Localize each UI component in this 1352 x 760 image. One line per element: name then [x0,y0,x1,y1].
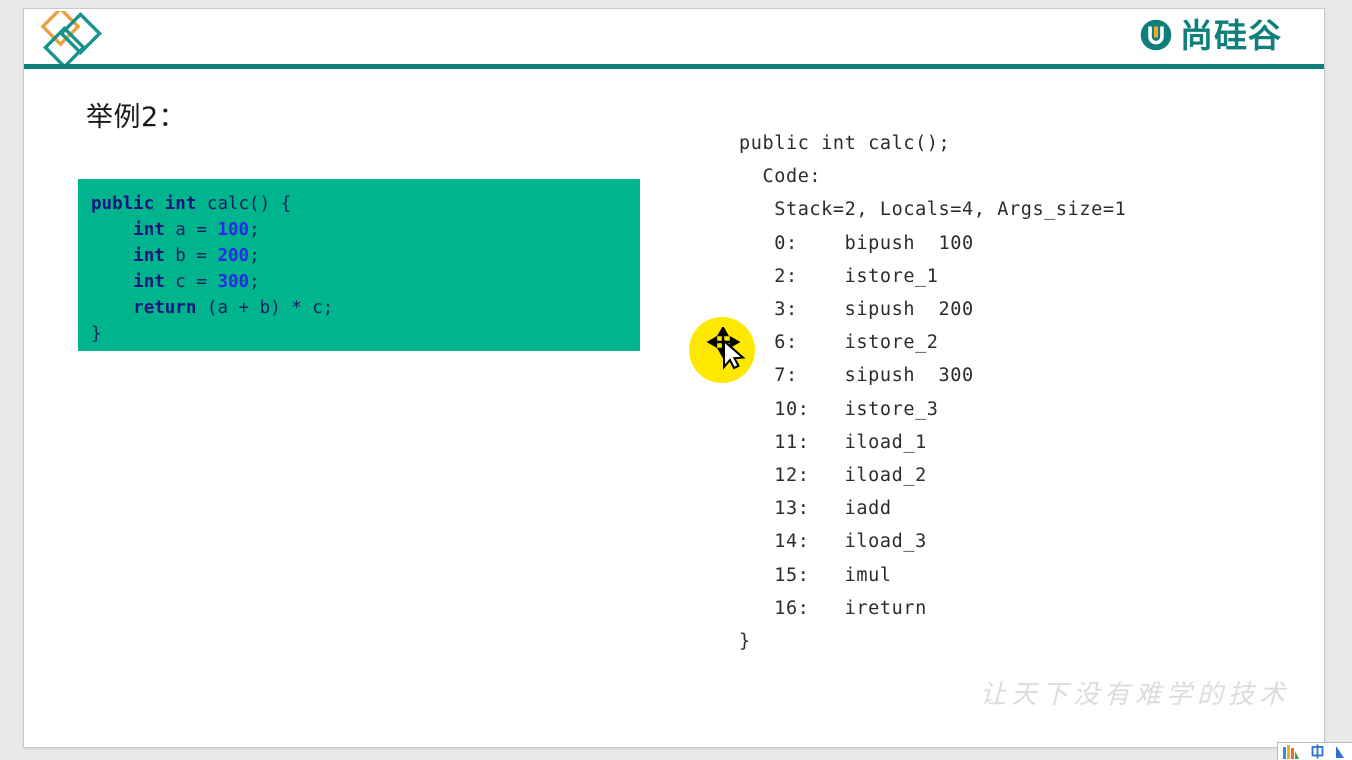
java-source-card: public int calc() { int a = 100; int b =… [78,179,640,351]
java-code-line: return (a + b) * c; [78,295,640,321]
java-code-token [91,298,133,318]
java-code-token: ; [249,220,260,240]
java-code-token: (a + b) * c; [196,298,334,318]
java-code-token [91,246,133,266]
java-code-token: int [133,246,165,266]
java-code-token: } [91,324,102,344]
bytecode-line: public int calc(); [739,133,951,154]
slide-body: 举例2： public int calc() { int a = 100; in… [24,69,1324,747]
bytecode-line: 14: iload_3 [739,531,927,553]
bytecode-listing: public int calc(); Code: Stack=2, Locals… [739,127,1279,658]
java-code-line: int a = 100; [78,217,640,243]
java-code-token: int [133,220,165,240]
ime-chinese-mode-icon[interactable] [1309,744,1326,759]
brand-name: 尚硅谷 [1180,15,1282,55]
bytecode-line: 15: imul [739,564,892,586]
application-window: 尚硅谷 举例2： public int calc() { int a = 100… [0,0,1352,760]
java-code-line: } [78,321,640,347]
atguigu-u-mark-icon [1140,19,1172,51]
bytecode-line: 2: istore_1 [739,265,939,287]
java-code-token: calc() { [196,194,292,214]
java-code-token: return [133,298,197,318]
java-code-token: ; [249,272,260,292]
brand-logo: 尚硅谷 [1139,18,1282,52]
bytecode-line: 7: sipush 300 [739,365,974,387]
bytecode-line: Code: [739,166,822,188]
java-code-token: ; [249,246,260,266]
java-code-token: int [133,272,165,292]
java-code-line: public int calc() { [78,191,640,217]
java-code-token: public [91,194,155,214]
java-code-token [91,272,133,292]
bytecode-line: 12: iload_2 [739,465,927,487]
slide-watermark: 让天下没有难学的技术 [979,680,1290,710]
bytecode-line: 13: iadd [739,498,892,520]
java-code-token [154,194,165,214]
bytecode-line: 3: sipush 200 [739,299,974,321]
java-code-token: 200 [217,246,250,266]
ime-logo-icon[interactable] [1283,744,1300,759]
bytecode-line: 0: bipush 100 [739,232,974,254]
window-left-gutter [0,0,22,760]
bytecode-line: 16: ireturn [739,597,927,619]
bytecode-line: 11: iload_1 [739,431,927,453]
java-code-token [91,220,133,240]
java-code-token: b = [164,246,218,266]
ime-toolbar[interactable] [1277,742,1352,760]
java-code-line: int c = 300; [78,269,640,295]
bytecode-line: Stack=2, Locals=4, Args_size=1 [739,199,1127,221]
bytecode-line: 10: istore_3 [739,398,939,420]
java-code-token: 300 [217,272,250,292]
ime-tool-icon[interactable] [1335,745,1348,759]
java-code-token: c = [164,272,218,292]
bytecode-line: } [739,631,751,653]
bytecode-line: 6: istore_2 [739,332,939,354]
java-code-token: a = [164,220,218,240]
java-code-token: int [164,194,197,214]
slide-header: 尚硅谷 [24,9,1324,69]
page-title: 举例2： [86,102,187,133]
presentation-slide: 尚硅谷 举例2： public int calc() { int a = 100… [23,8,1325,748]
java-code-token: 100 [217,220,250,240]
java-code-line: int b = 200; [78,243,640,269]
